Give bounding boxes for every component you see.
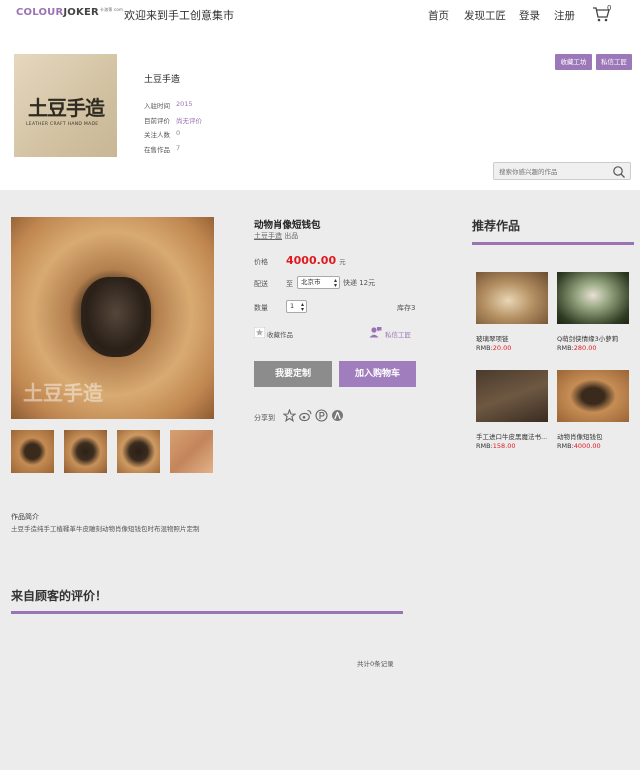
info-label: 在售作品 xyxy=(144,146,170,154)
search-box xyxy=(493,162,631,180)
price-label: RMB: xyxy=(557,344,574,352)
shop-logo-subtext: LEATHER CRAFT HAND MADE xyxy=(26,122,99,127)
logo-subtext: 卡洛蒂 com xyxy=(99,7,124,12)
cart-count: 0 xyxy=(607,4,612,12)
quantity-value: 1 xyxy=(290,302,295,310)
product-thumbnail-2[interactable] xyxy=(64,430,107,473)
recommend-price-1: RMB:20.00 xyxy=(476,344,511,352)
recommend-price-4: RMB:4000.00 xyxy=(557,442,601,450)
shop-info-rating: 目前评价 尚无评价 xyxy=(144,115,202,125)
info-value: 0 xyxy=(176,129,181,137)
quantity-label: 数量 xyxy=(254,304,268,312)
product-thumbnail-3[interactable] xyxy=(117,430,160,473)
product-thumbnail-1[interactable] xyxy=(11,430,54,473)
city-select[interactable]: 北京市 ▴ ▾ xyxy=(297,276,340,289)
maker-suffix: 出品 xyxy=(284,232,299,240)
product-main-image: 土豆手造 xyxy=(11,217,214,419)
stock-count: 库存3 xyxy=(397,304,416,312)
recommend-image-1[interactable] xyxy=(476,272,548,324)
price-value: 20.00 xyxy=(492,344,512,352)
shop-info-join-date: 入驻时间 2015 xyxy=(144,100,193,110)
recommend-image-3[interactable] xyxy=(476,370,548,422)
stepper-arrow-icon: ▴ ▾ xyxy=(300,301,304,313)
logo-text-main: COLOUR xyxy=(16,7,64,18)
price-label: RMB: xyxy=(557,442,574,450)
recommend-name-4[interactable]: 动物肖像短钱包 xyxy=(557,431,603,441)
shop-name: 土豆手造 xyxy=(144,75,181,85)
favorite-product-link[interactable]: 收藏作品 xyxy=(267,329,293,339)
recommend-divider xyxy=(472,242,634,245)
recommend-image-2[interactable] xyxy=(557,272,629,324)
product-price: 4000.00 元 xyxy=(286,254,346,267)
info-value: 2015 xyxy=(176,100,193,108)
price-label: 价格 xyxy=(254,258,268,266)
price-label: RMB: xyxy=(476,344,493,352)
recommend-price-2: RMB:280.00 xyxy=(557,344,597,352)
intro-text: 土豆手造纯手工植鞣革牛皮雕刻动物肖像短钱包时布混物照片定制 xyxy=(11,525,200,533)
nav-home[interactable]: 首页 xyxy=(428,8,449,23)
shop-logo-text: 土豆手造 xyxy=(28,96,105,120)
info-label: 入驻时间 xyxy=(144,102,170,110)
price-value: 280.00 xyxy=(573,344,597,352)
shop-info-followers: 关注人数 0 xyxy=(144,129,180,139)
product-thumbnail-4[interactable] xyxy=(170,430,213,473)
reviews-divider xyxy=(11,611,403,614)
price-value: 158.00 xyxy=(492,442,516,450)
city-value: 北京市 xyxy=(301,278,321,286)
info-label: 目前评价 xyxy=(144,117,170,125)
price-value: 4000.00 xyxy=(573,442,601,450)
share-label: 分享到 xyxy=(254,414,275,422)
intro-heading: 作品简介 xyxy=(11,513,39,521)
nav-login[interactable]: 登录 xyxy=(519,8,540,23)
info-value: 7 xyxy=(176,144,181,152)
favorite-star-icon[interactable] xyxy=(254,327,265,338)
shop-logo-image: 土豆手造 LEATHER CRAFT HAND MADE xyxy=(14,54,117,157)
select-arrow-icon: ▴ ▾ xyxy=(333,277,337,289)
shop-info-products: 在售作品 7 xyxy=(144,144,180,154)
price-label: RMB: xyxy=(476,442,493,450)
message-user-icon[interactable] xyxy=(369,326,382,338)
recommend-name-3[interactable]: 手工进口牛皮黑魔法书... xyxy=(476,431,547,441)
ship-to-label: 至 xyxy=(286,280,293,288)
recommend-name-1[interactable]: 玻璃翠项链 xyxy=(476,333,509,343)
welcome-text: 欢迎来到手工创意集市 xyxy=(124,9,234,22)
add-to-cart-button[interactable]: 加入购物车 xyxy=(339,361,416,387)
info-value[interactable]: 尚无评价 xyxy=(176,115,202,125)
reviews-count: 共计0条记录 xyxy=(357,660,394,668)
recommend-name-2[interactable]: Q萌剑侠情缘3小萝莉 xyxy=(557,333,618,343)
maker-link[interactable]: 土豆手造 xyxy=(254,232,282,240)
custom-order-button[interactable]: 我要定制 xyxy=(254,361,332,387)
search-input[interactable] xyxy=(499,165,609,178)
wolf-carving xyxy=(81,277,151,357)
search-icon[interactable] xyxy=(612,165,626,179)
nav-discover-artisans[interactable]: 发现工匠 xyxy=(464,8,506,23)
logo-text-bold: JOKER xyxy=(63,7,99,18)
renren-icon[interactable] xyxy=(331,409,344,422)
reviews-title: 来自顾客的评价！ xyxy=(11,589,108,603)
message-artisan-link[interactable]: 私信工匠 xyxy=(385,329,411,339)
shop-header: 土豆手造 LEATHER CRAFT HAND MADE 土豆手造 入驻时间 2… xyxy=(0,30,640,190)
recommend-price-3: RMB:158.00 xyxy=(476,442,516,450)
quantity-stepper[interactable]: 1 ▴ ▾ xyxy=(286,300,307,313)
info-label: 关注人数 xyxy=(144,131,170,139)
site-logo[interactable]: COLOURJOKER卡洛蒂 com xyxy=(16,7,123,18)
shipping-label: 配送 xyxy=(254,280,268,288)
shipping-fee: 快递 12元 xyxy=(343,279,376,287)
image-watermark: 土豆手造 xyxy=(23,381,103,405)
nav-register[interactable]: 注册 xyxy=(554,8,575,23)
recommend-image-4[interactable] xyxy=(557,370,629,422)
share-star-icon[interactable] xyxy=(283,409,296,422)
message-artisan-button[interactable]: 私信工匠 xyxy=(596,54,632,70)
product-maker: 土豆手造 出品 xyxy=(254,231,298,241)
product-title: 动物肖像短钱包 xyxy=(254,220,321,231)
price-unit: 元 xyxy=(339,258,346,266)
price-value: 4000.00 xyxy=(286,254,337,267)
top-bar: COLOURJOKER卡洛蒂 com 欢迎来到手工创意集市 首页 发现工匠 登录… xyxy=(0,0,640,30)
recommend-title: 推荐作品 xyxy=(472,219,521,233)
douban-icon[interactable] xyxy=(315,409,328,422)
weibo-icon[interactable] xyxy=(299,409,312,422)
follow-shop-button[interactable]: 收藏工坊 xyxy=(555,54,592,70)
